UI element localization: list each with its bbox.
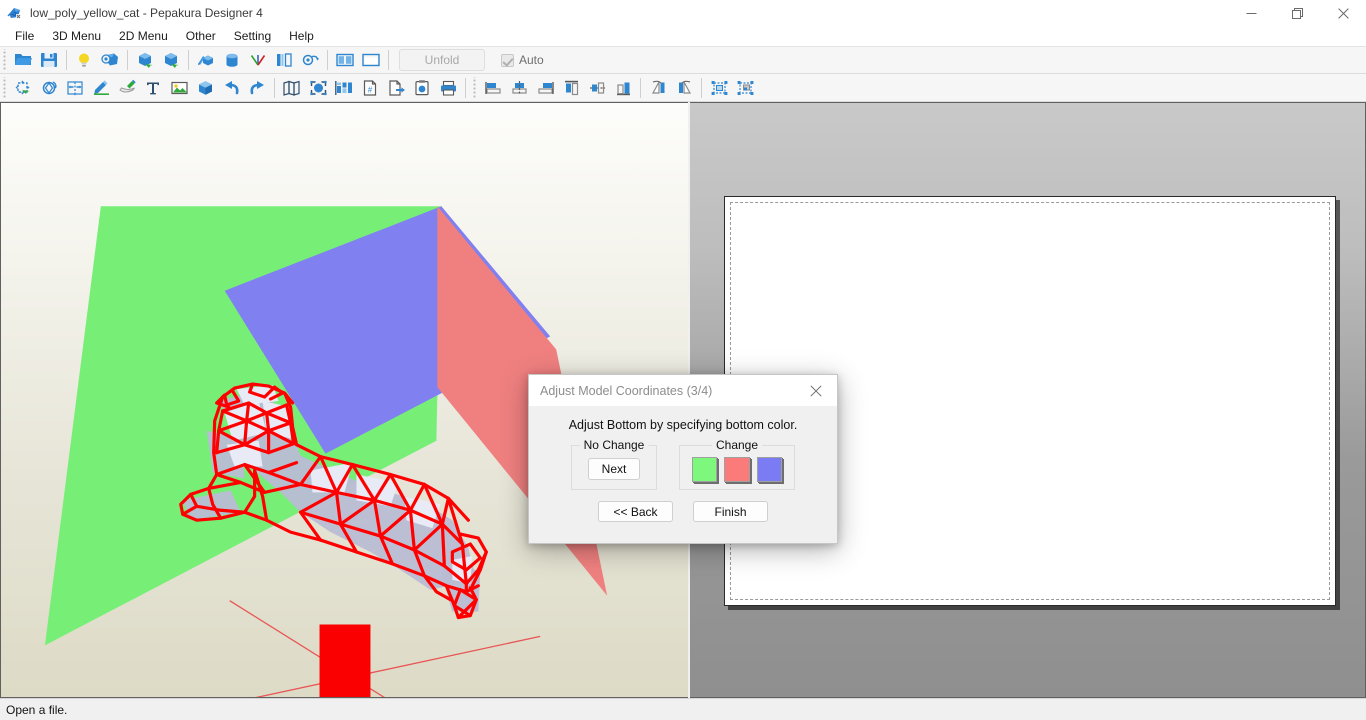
layout-pieces-button[interactable] xyxy=(331,76,357,100)
ungroup-button[interactable] xyxy=(732,76,758,100)
two-pane-layout-button[interactable] xyxy=(332,48,358,72)
menu-3d[interactable]: 3D Menu xyxy=(43,27,110,45)
toolbar-separator xyxy=(465,77,466,98)
rotate-object-button[interactable] xyxy=(297,48,323,72)
toolbar-grip[interactable] xyxy=(472,76,479,99)
menu-bar: File 3D Menu 2D Menu Other Setting Help xyxy=(0,26,1366,46)
next-button[interactable]: Next xyxy=(588,458,640,480)
close-icon[interactable] xyxy=(1320,0,1366,26)
join-disconnect-button[interactable] xyxy=(62,76,88,100)
adjust-model-coordinates-dialog[interactable]: Adjust Model Coordinates (3/4) Adjust Bo… xyxy=(528,374,838,544)
window-title: low_poly_yellow_cat - Pepakura Designer … xyxy=(30,6,263,20)
cylinder-button[interactable] xyxy=(219,48,245,72)
dialog-title-bar: Adjust Model Coordinates (3/4) xyxy=(529,375,837,406)
auto-label: Auto xyxy=(519,53,544,67)
export-button[interactable] xyxy=(383,76,409,100)
toolbar-separator xyxy=(66,50,67,70)
toolbar-separator xyxy=(701,77,702,98)
undo-button[interactable] xyxy=(218,76,244,100)
no-change-group: No Change Next xyxy=(571,438,657,490)
auto-checkbox[interactable] xyxy=(501,53,514,67)
select-face-button[interactable] xyxy=(132,48,158,72)
align-right-button[interactable] xyxy=(532,76,558,100)
unfold-button[interactable]: Unfold xyxy=(399,49,485,71)
page-setup-button[interactable]: # xyxy=(357,76,383,100)
finish-button[interactable]: Finish xyxy=(693,501,768,522)
save-file-button[interactable] xyxy=(36,48,62,72)
change-group: Change xyxy=(679,438,795,490)
application-window: low_poly_yellow_cat - Pepakura Designer … xyxy=(0,0,1366,720)
open-file-button[interactable] xyxy=(10,48,36,72)
unfold-map-button[interactable] xyxy=(279,76,305,100)
swatch-green[interactable] xyxy=(692,456,718,482)
main-content: Adjust Model Coordinates (3/4) Adjust Bo… xyxy=(0,102,1366,698)
align-middle-button[interactable] xyxy=(584,76,610,100)
swatch-red[interactable] xyxy=(724,456,750,482)
dialog-message: Adjust Bottom by specifying bottom color… xyxy=(568,418,798,432)
menu-help[interactable]: Help xyxy=(280,27,323,45)
align-center-vertical-button[interactable] xyxy=(506,76,532,100)
menu-other[interactable]: Other xyxy=(177,27,225,45)
toolbar-separator xyxy=(327,50,328,70)
dialog-action-buttons: << Back Finish xyxy=(529,501,837,522)
window-controls xyxy=(1228,0,1366,26)
svg-text:#: # xyxy=(368,85,373,94)
single-pane-layout-button[interactable] xyxy=(358,48,384,72)
lighting-button[interactable] xyxy=(71,48,97,72)
auto-checkbox-group[interactable]: Auto xyxy=(501,53,544,67)
pepakura-app-icon xyxy=(7,5,23,21)
toolbar-separator xyxy=(640,77,641,98)
add-text-button[interactable] xyxy=(140,76,166,100)
select-edge-button[interactable] xyxy=(158,48,184,72)
solid-box-button[interactable] xyxy=(192,76,218,100)
toolbar-separator xyxy=(388,50,389,70)
toolbar-grip[interactable] xyxy=(2,76,9,99)
swatch-blue[interactable] xyxy=(756,456,782,482)
minimize-icon[interactable] xyxy=(1228,0,1274,26)
flip-horizontal-button[interactable] xyxy=(645,76,671,100)
maximize-restore-icon[interactable] xyxy=(1274,0,1320,26)
toolbar-separator xyxy=(274,77,275,98)
texture-button[interactable] xyxy=(97,48,123,72)
change-group-label: Change xyxy=(711,438,763,452)
move-piece-button[interactable] xyxy=(10,76,36,100)
dialog-body: Adjust Bottom by specifying bottom color… xyxy=(529,406,837,543)
status-bar: Open a file. xyxy=(0,698,1366,720)
erase-flap-button[interactable] xyxy=(114,76,140,100)
menu-setting[interactable]: Setting xyxy=(225,27,280,45)
add-image-button[interactable] xyxy=(166,76,192,100)
split-view-button[interactable] xyxy=(271,48,297,72)
edit-flap-button[interactable] xyxy=(88,76,114,100)
paint-button[interactable] xyxy=(193,48,219,72)
rotate-piece-button[interactable] xyxy=(36,76,62,100)
toolbar-grip[interactable] xyxy=(2,49,9,71)
no-change-group-label: No Change xyxy=(579,438,649,452)
align-left-button[interactable] xyxy=(480,76,506,100)
dialog-option-groups: No Change Next Change xyxy=(529,438,837,490)
group-button[interactable] xyxy=(706,76,732,100)
coordinate-axes-button[interactable] xyxy=(245,48,271,72)
align-top-button[interactable] xyxy=(558,76,584,100)
toolbar-separator xyxy=(188,50,189,70)
fit-selection-button[interactable] xyxy=(305,76,331,100)
menu-file[interactable]: File xyxy=(6,27,43,45)
dialog-close-icon[interactable] xyxy=(795,375,837,406)
flip-vertical-button[interactable] xyxy=(671,76,697,100)
status-text: Open a file. xyxy=(6,702,68,717)
menu-2d[interactable]: 2D Menu xyxy=(110,27,177,45)
align-bottom-button[interactable] xyxy=(610,76,636,100)
toolbar-primary: Unfold Auto xyxy=(0,46,1366,74)
redo-button[interactable] xyxy=(244,76,270,100)
title-bar: low_poly_yellow_cat - Pepakura Designer … xyxy=(0,0,1366,26)
toolbar-secondary: # xyxy=(0,74,1366,102)
back-button[interactable]: << Back xyxy=(598,501,673,522)
clipboard-button[interactable] xyxy=(409,76,435,100)
unfold-field-group: Unfold Auto xyxy=(399,47,544,73)
toolbar-separator xyxy=(127,50,128,70)
print-button[interactable] xyxy=(435,76,461,100)
dialog-title: Adjust Model Coordinates (3/4) xyxy=(540,383,713,398)
